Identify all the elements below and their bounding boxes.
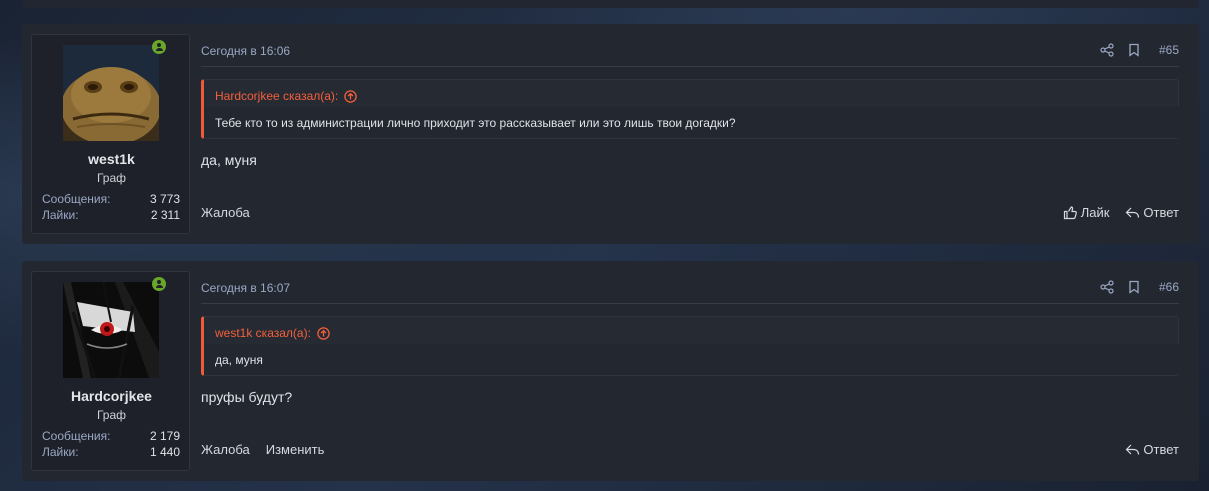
quote-block: west1k сказал(а): да, муня <box>201 316 1179 376</box>
reply-icon <box>1126 444 1140 455</box>
bookmark-icon[interactable] <box>1127 43 1141 57</box>
post: Hardcorjkee Граф Сообщения: 2 179 Лайки:… <box>22 261 1199 481</box>
share-icon[interactable] <box>1100 43 1114 57</box>
user-title: Граф <box>96 171 127 185</box>
stat-messages: Сообщения: 2 179 <box>42 429 180 443</box>
stat-value: 1 440 <box>149 445 180 459</box>
report-button[interactable]: Жалоба <box>201 205 250 220</box>
username[interactable]: west1k <box>32 151 191 167</box>
post-footer: Жалоба Лайк Ответ <box>201 203 1179 223</box>
quote-author: Hardcorjkee сказал(а): <box>215 89 339 103</box>
quote-text: да, муня <box>204 344 1179 375</box>
bookmark-icon[interactable] <box>1127 280 1141 294</box>
stat-label: Лайки: <box>42 208 79 222</box>
report-button[interactable]: Жалоба <box>201 442 250 457</box>
thumbs-up-icon <box>1063 206 1077 220</box>
user-cell: Hardcorjkee Граф Сообщения: 2 179 Лайки:… <box>31 271 190 471</box>
quote-author: west1k сказал(а): <box>215 326 311 340</box>
stat-value[interactable]: 3 773 <box>150 192 180 206</box>
stat-label: Лайки: <box>42 445 79 459</box>
post-header: Сегодня в 16:07 #66 <box>201 271 1179 304</box>
quote-text: Тебе кто то из администрации лично прихо… <box>204 107 1179 138</box>
avatar[interactable] <box>63 45 159 141</box>
post-main: Сегодня в 16:06 #65 Hardcorjkee сказал(а… <box>201 34 1179 234</box>
stat-label: Сообщения: <box>42 429 111 443</box>
post-date[interactable]: Сегодня в 16:07 <box>201 281 290 295</box>
stat-value: 2 311 <box>150 208 180 222</box>
stat-label: Сообщения: <box>42 192 111 206</box>
stat-value[interactable]: 2 179 <box>150 429 180 443</box>
post-actions: #66 <box>1100 280 1179 294</box>
edit-button[interactable]: Изменить <box>266 442 325 457</box>
post-footer: Жалоба Изменить Ответ <box>201 440 1179 460</box>
arrow-up-circle-icon <box>317 326 330 340</box>
post-main: Сегодня в 16:07 #66 west1k сказал(а): да… <box>201 271 1179 471</box>
post-number[interactable]: #65 <box>1159 43 1179 57</box>
like-label: Лайк <box>1080 205 1110 220</box>
online-icon <box>152 40 166 54</box>
reply-label: Ответ <box>1143 442 1179 457</box>
reply-label: Ответ <box>1143 205 1179 220</box>
user-title: Граф <box>96 408 127 422</box>
reply-button[interactable]: Ответ <box>1125 442 1179 457</box>
reply-button[interactable]: Ответ <box>1125 205 1179 220</box>
arrow-up-circle-icon <box>344 89 358 103</box>
like-button[interactable]: Лайк <box>1063 205 1110 220</box>
online-icon <box>152 277 166 291</box>
share-icon[interactable] <box>1100 280 1114 294</box>
username[interactable]: Hardcorjkee <box>32 388 191 404</box>
previous-post-edge <box>22 0 1199 8</box>
post-body: да, муня <box>201 152 257 168</box>
user-cell: west1k Граф Сообщения: 3 773 Лайки: 2 31… <box>31 34 190 234</box>
stat-likes: Лайки: 1 440 <box>42 445 180 459</box>
post-actions: #65 <box>1100 43 1179 57</box>
post-date[interactable]: Сегодня в 16:06 <box>201 44 290 58</box>
stat-messages: Сообщения: 3 773 <box>42 192 180 206</box>
avatar[interactable] <box>63 282 159 378</box>
post-body: пруфы будут? <box>201 389 293 405</box>
post-header: Сегодня в 16:06 #65 <box>201 34 1179 67</box>
reply-icon <box>1126 207 1140 218</box>
quote-block: Hardcorjkee сказал(а): Тебе кто то из ад… <box>201 79 1179 139</box>
post: west1k Граф Сообщения: 3 773 Лайки: 2 31… <box>22 24 1199 244</box>
quote-author-link[interactable]: west1k сказал(а): <box>215 326 330 340</box>
quote-author-link[interactable]: Hardcorjkee сказал(а): <box>215 89 358 103</box>
post-number[interactable]: #66 <box>1159 280 1179 294</box>
stat-likes: Лайки: 2 311 <box>42 208 180 222</box>
